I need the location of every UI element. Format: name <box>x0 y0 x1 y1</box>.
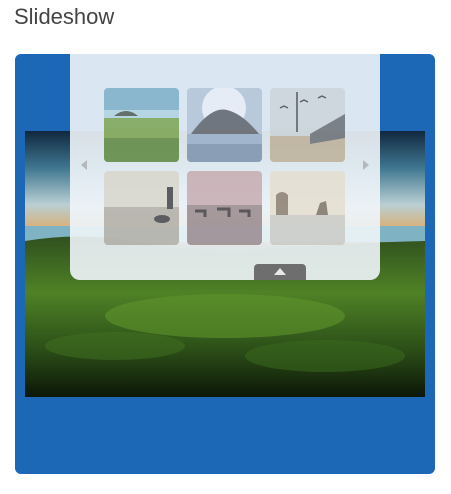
thumbnail-walker-dog-beach[interactable] <box>104 171 179 245</box>
thumbnail-sea-stacks-sunset[interactable] <box>270 171 345 245</box>
thumbnail-island-meadow[interactable] <box>104 88 179 162</box>
thumbnail-toggle-button[interactable] <box>254 264 306 280</box>
chevron-up-icon <box>274 268 286 275</box>
thumbnail-horse-riders-beach[interactable] <box>187 171 262 245</box>
thumbnail-birds-pier[interactable] <box>270 88 345 162</box>
chevron-right-icon[interactable] <box>363 160 369 170</box>
thumbnail-rock-sunburst[interactable] <box>187 88 262 162</box>
chevron-left-icon[interactable] <box>81 160 87 170</box>
slideshow-frame <box>15 54 435 474</box>
page-title: Slideshow <box>14 4 115 29</box>
thumbnail-panel <box>70 54 380 280</box>
